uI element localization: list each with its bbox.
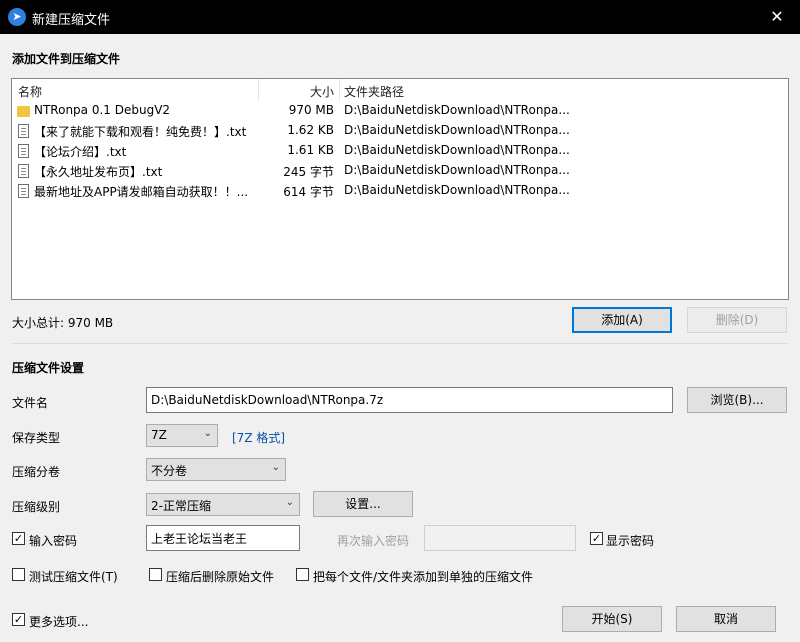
more-options-label: 更多选项...	[29, 615, 89, 629]
total-size: 大小总计: 970 MB	[12, 316, 114, 330]
cancel-button[interactable]: 取消	[676, 606, 776, 632]
file-list[interactable]: 名称 大小 文件夹路径 NTRonpa 0.1 DebugV2 970 MB D…	[11, 78, 789, 300]
chevron-down-icon: ⌄	[285, 497, 294, 508]
repeat-password-label: 再次输入密码	[337, 534, 410, 548]
split-label: 压缩分卷	[12, 465, 61, 479]
settings-section-title: 压缩文件设置	[12, 361, 85, 375]
arrow-app-icon: ➤	[8, 8, 26, 26]
save-type-select[interactable]: 7Z ⌄	[146, 424, 218, 447]
window-title: 新建压缩文件	[32, 13, 111, 28]
file-path: D:\BaiduNetdiskDownload\NTRonpa...	[344, 123, 570, 137]
file-row[interactable]: 【论坛介绍】.txt 1.61 KB D:\BaiduNetdiskDownlo…	[12, 141, 788, 161]
delete-after-label: 压缩后删除原始文件	[166, 570, 275, 584]
folder-icon	[17, 106, 30, 117]
file-icon	[18, 184, 29, 198]
file-size: 1.62 KB	[287, 123, 334, 137]
separate-archives-checkbox[interactable]	[296, 568, 309, 581]
test-archive-label: 测试压缩文件(T)	[29, 570, 118, 584]
split-value: 不分卷	[151, 464, 188, 478]
file-name: 最新地址及APP请发邮箱自动获取！！...	[34, 185, 249, 199]
file-name: 【论坛介绍】.txt	[34, 145, 127, 159]
level-select[interactable]: 2-正常压缩 ⌄	[146, 493, 300, 516]
list-header: 名称 大小 文件夹路径	[12, 79, 788, 101]
file-size: 1.61 KB	[287, 143, 334, 157]
file-size: 970 MB	[288, 103, 334, 117]
chevron-down-icon: ⌄	[203, 428, 212, 439]
file-row[interactable]: 最新地址及APP请发邮箱自动获取！！... 614 字节 D:\BaiduNet…	[12, 181, 788, 201]
file-path: D:\BaiduNetdiskDownload\NTRonpa...	[344, 103, 570, 117]
file-name: NTRonpa 0.1 DebugV2	[34, 103, 171, 117]
settings-button[interactable]: 设置...	[313, 491, 413, 517]
filename-label: 文件名	[12, 396, 49, 410]
column-separator[interactable]	[258, 79, 259, 101]
show-password-label: 显示密码	[606, 534, 655, 548]
save-type-label: 保存类型	[12, 431, 61, 445]
password-checkbox[interactable]: ✓	[12, 532, 25, 545]
header-path[interactable]: 文件夹路径	[344, 83, 404, 100]
delete-after-checkbox[interactable]	[149, 568, 162, 581]
file-row[interactable]: 【永久地址发布页】.txt 245 字节 D:\BaiduNetdiskDown…	[12, 161, 788, 181]
password-label: 输入密码	[29, 534, 78, 548]
title-bar: ➤ 新建压缩文件 ✕	[0, 0, 800, 34]
format-link[interactable]: [7Z 格式]	[232, 429, 285, 446]
password-input[interactable]	[146, 525, 300, 551]
close-button[interactable]: ✕	[754, 0, 800, 34]
add-files-section-title: 添加文件到压缩文件	[12, 52, 121, 66]
delete-button[interactable]: 删除(D)	[687, 307, 787, 333]
header-name[interactable]: 名称	[18, 83, 42, 100]
file-name: 【来了就能下载和观看！纯免费！】.txt	[34, 125, 247, 139]
file-size: 614 字节	[283, 185, 334, 199]
file-path: D:\BaiduNetdiskDownload\NTRonpa...	[344, 143, 570, 157]
file-row[interactable]: 【来了就能下载和观看！纯免费！】.txt 1.62 KB D:\BaiduNet…	[12, 121, 788, 141]
start-button[interactable]: 开始(S)	[562, 606, 662, 632]
file-icon	[18, 164, 29, 178]
browse-button[interactable]: 浏览(B)...	[687, 387, 787, 413]
section-divider	[12, 343, 788, 344]
new-archive-dialog: ➤ 新建压缩文件 ✕ 添加文件到压缩文件 名称 大小 文件夹路径 NTRonpa…	[0, 0, 800, 642]
save-type-value: 7Z	[151, 428, 167, 442]
header-size[interactable]: 大小	[310, 83, 334, 100]
level-label: 压缩级别	[12, 500, 61, 514]
level-value: 2-正常压缩	[151, 499, 211, 513]
column-separator[interactable]	[339, 79, 340, 101]
file-name: 【永久地址发布页】.txt	[34, 165, 163, 179]
file-icon	[18, 144, 29, 158]
repeat-password-input[interactable]	[424, 525, 576, 551]
file-row[interactable]: NTRonpa 0.1 DebugV2 970 MB D:\BaiduNetdi…	[12, 101, 788, 121]
separate-archives-label: 把每个文件/文件夹添加到单独的压缩文件	[313, 570, 534, 584]
split-select[interactable]: 不分卷 ⌄	[146, 458, 286, 481]
add-button[interactable]: 添加(A)	[572, 307, 672, 333]
file-size: 245 字节	[283, 165, 334, 179]
more-options-checkbox[interactable]: ✓	[12, 613, 25, 626]
test-archive-checkbox[interactable]	[12, 568, 25, 581]
file-path: D:\BaiduNetdiskDownload\NTRonpa...	[344, 183, 570, 197]
show-password-checkbox[interactable]: ✓	[590, 532, 603, 545]
filename-input[interactable]	[146, 387, 673, 413]
chevron-down-icon: ⌄	[271, 462, 280, 473]
file-path: D:\BaiduNetdiskDownload\NTRonpa...	[344, 163, 570, 177]
file-icon	[18, 124, 29, 138]
